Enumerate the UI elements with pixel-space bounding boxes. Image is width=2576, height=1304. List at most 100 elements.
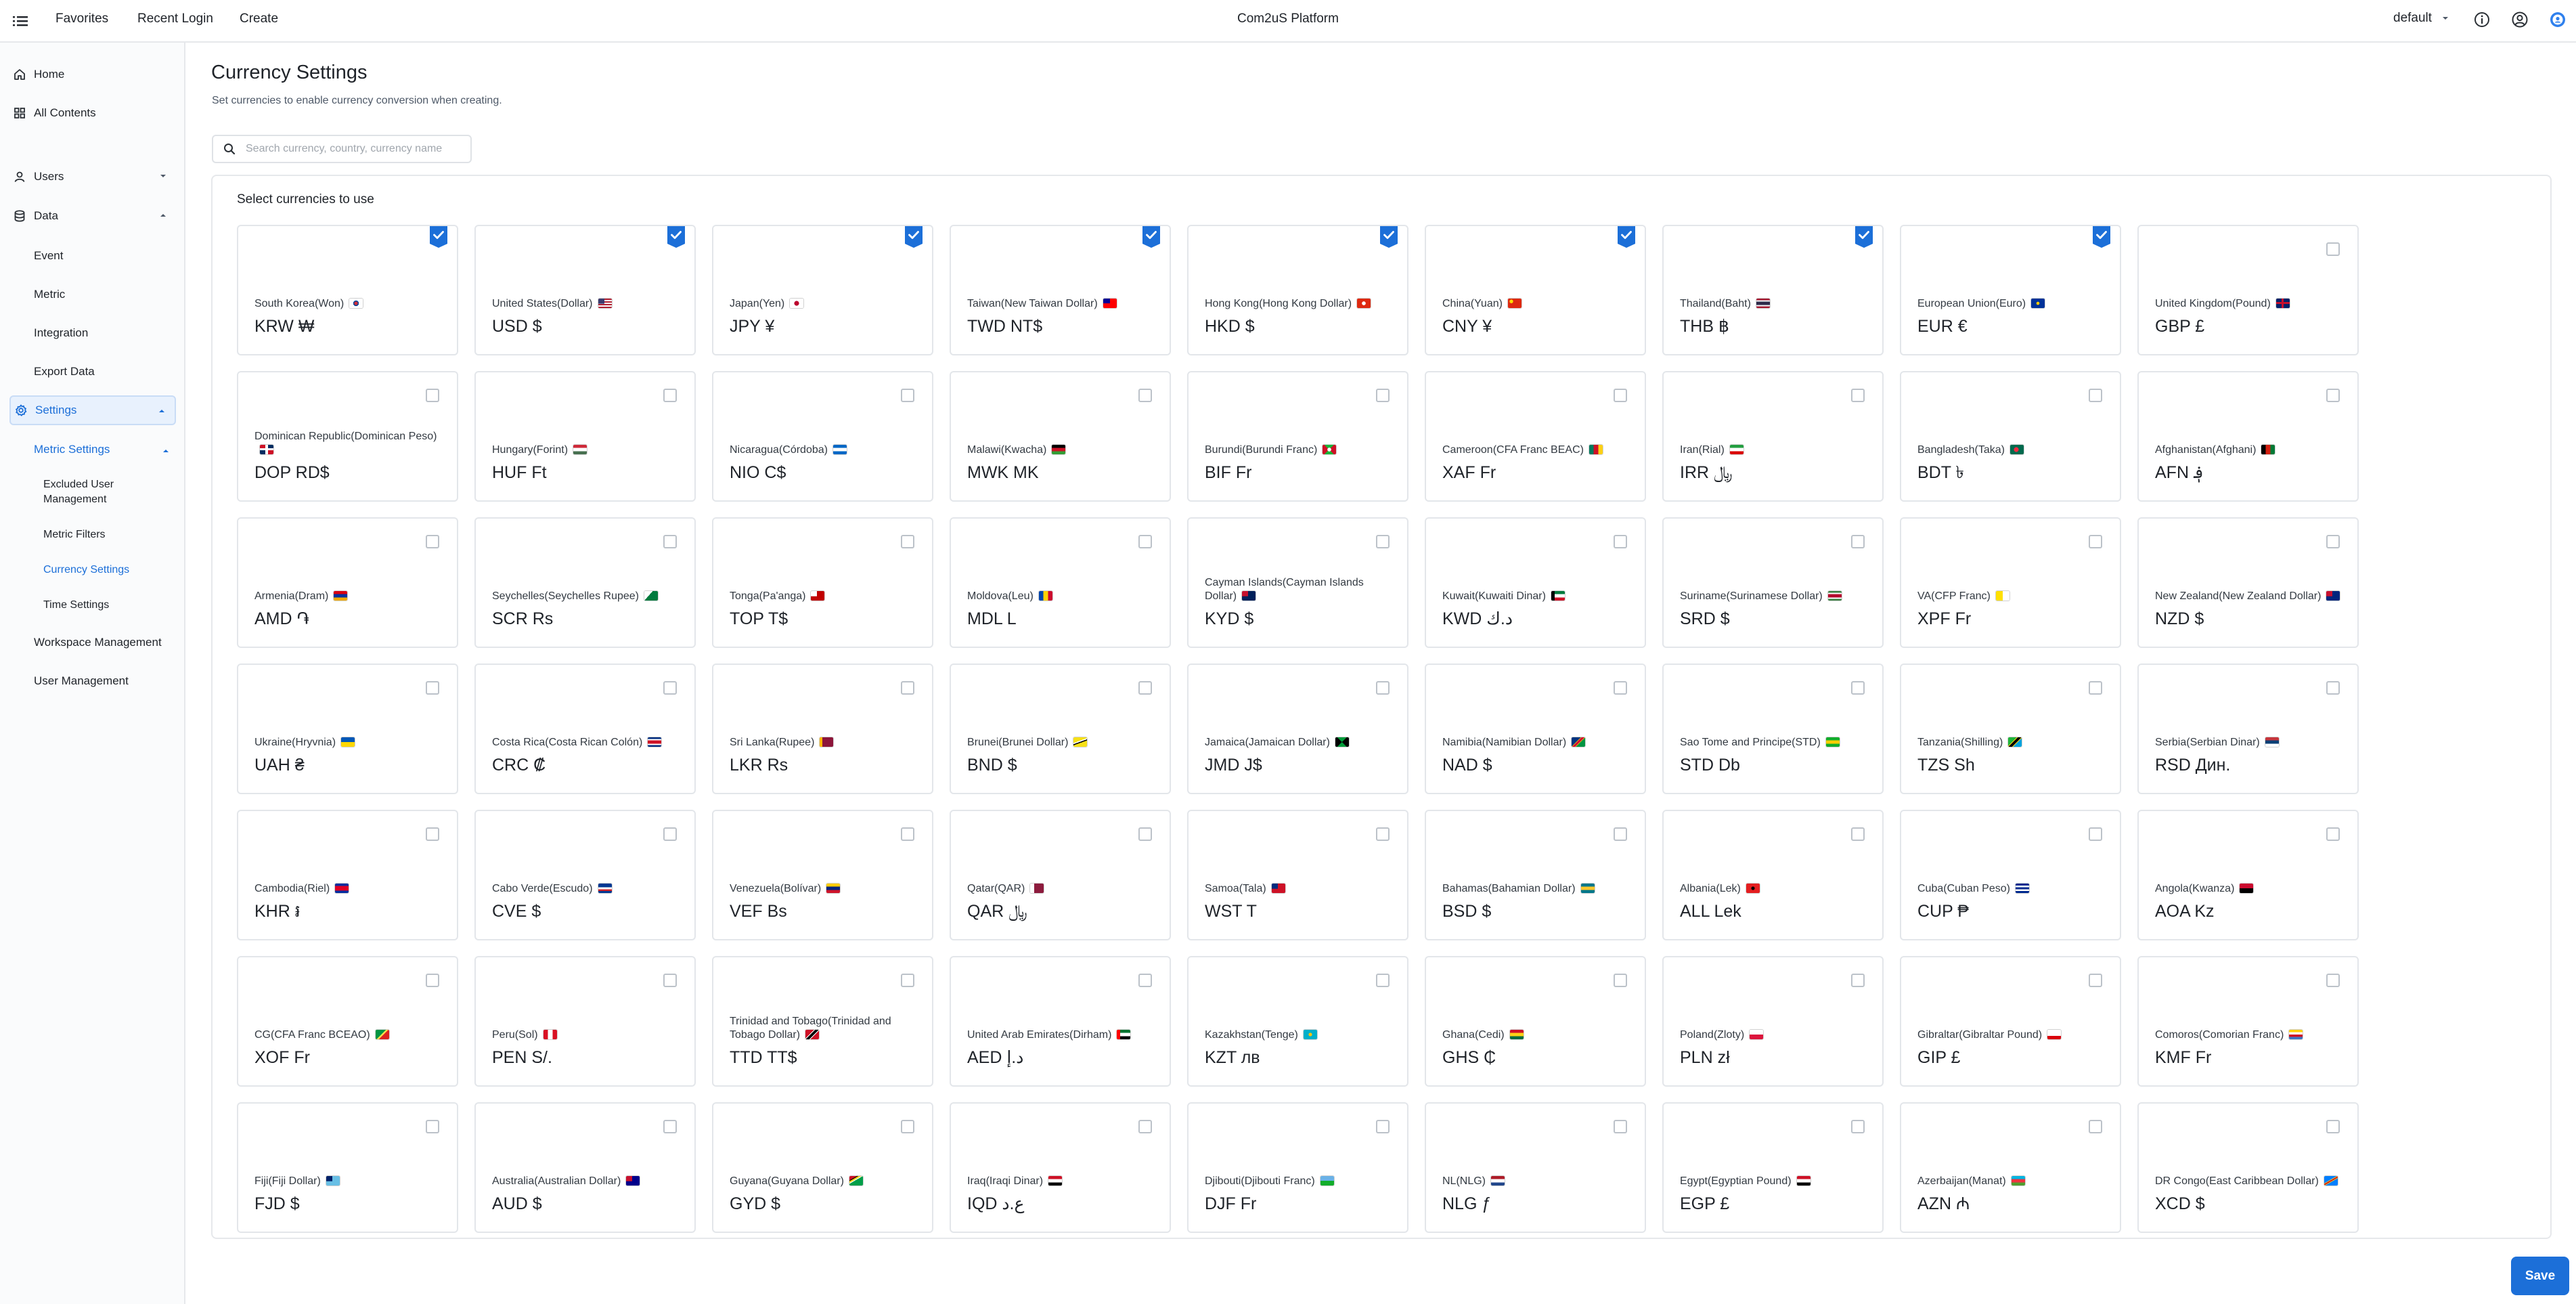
checked-badge-icon[interactable]: [2093, 225, 2110, 248]
currency-card[interactable]: Poland(Zloty) PLN zł: [1662, 956, 1884, 1087]
sidebar-item-all-contents[interactable]: All Contents: [9, 98, 176, 128]
checkbox[interactable]: [1851, 681, 1865, 695]
sidebar-item-data[interactable]: Data: [9, 201, 176, 231]
recent-login-link[interactable]: Recent Login: [137, 12, 213, 26]
checkbox[interactable]: [1138, 827, 1152, 841]
currency-card[interactable]: Trinidad and Tobago(Trinidad and Tobago …: [712, 956, 933, 1087]
checkbox[interactable]: [2326, 827, 2340, 841]
currency-card[interactable]: Armenia(Dram) AMD ֏: [237, 517, 458, 648]
checkbox[interactable]: [1614, 1120, 1627, 1133]
currency-card[interactable]: Tonga(Pa'anga) TOP T$: [712, 517, 933, 648]
sidebar-item-home[interactable]: Home: [9, 60, 176, 89]
checkbox[interactable]: [426, 389, 439, 402]
currency-card[interactable]: Sao Tome and Principe(STD) STD Db: [1662, 664, 1884, 794]
menu-icon[interactable]: [11, 12, 30, 30]
checkbox[interactable]: [2089, 535, 2102, 548]
currency-card[interactable]: Thailand(Baht) THB ฿: [1662, 225, 1884, 355]
currency-card[interactable]: Egypt(Egyptian Pound) EGP £: [1662, 1102, 1884, 1233]
search-field[interactable]: [212, 135, 472, 163]
currency-card[interactable]: Cayman Islands(Cayman Islands Dollar) KYD…: [1187, 517, 1408, 648]
checkbox[interactable]: [1851, 535, 1865, 548]
checkbox[interactable]: [2089, 1120, 2102, 1133]
platform-title[interactable]: Com2uS Platform: [1237, 12, 1339, 26]
currency-card[interactable]: United Kingdom(Pound) GBP £: [2137, 225, 2359, 355]
checkbox[interactable]: [1376, 827, 1390, 841]
currency-card[interactable]: Brunei(Brunei Dollar) BND $: [950, 664, 1171, 794]
currency-card[interactable]: NL(NLG) NLG ƒ: [1425, 1102, 1646, 1233]
checkbox[interactable]: [901, 681, 914, 695]
currency-card[interactable]: Gibraltar(Gibraltar Pound) GIP £: [1900, 956, 2121, 1087]
currency-card[interactable]: Hungary(Forint) HUF Ft: [474, 371, 696, 502]
currency-card[interactable]: New Zealand(New Zealand Dollar) NZD $: [2137, 517, 2359, 648]
currency-card[interactable]: Costa Rica(Costa Rican Colón) CRC ₡: [474, 664, 696, 794]
checkbox[interactable]: [1614, 681, 1627, 695]
checkbox[interactable]: [2326, 535, 2340, 548]
currency-card[interactable]: Fiji(Fiji Dollar) FJD $: [237, 1102, 458, 1233]
checked-badge-icon[interactable]: [1855, 225, 1873, 248]
checkbox[interactable]: [1614, 389, 1627, 402]
currency-card[interactable]: Angola(Kwanza) AOA Kz: [2137, 810, 2359, 940]
checkbox[interactable]: [1851, 389, 1865, 402]
checkbox[interactable]: [1614, 827, 1627, 841]
currency-card[interactable]: Cabo Verde(Escudo) CVE $: [474, 810, 696, 940]
currency-card[interactable]: Venezuela(Bolívar) VEF Bs: [712, 810, 933, 940]
checkbox[interactable]: [2326, 974, 2340, 987]
currency-card[interactable]: Djibouti(Djibouti Franc) DJF Fr: [1187, 1102, 1408, 1233]
checkbox[interactable]: [2089, 827, 2102, 841]
currency-card[interactable]: Ghana(Cedi) GHS ₵: [1425, 956, 1646, 1087]
currency-card[interactable]: Namibia(Namibian Dollar) NAD $: [1425, 664, 1646, 794]
checkbox[interactable]: [426, 681, 439, 695]
currency-card[interactable]: Azerbaijan(Manat) AZN ₼: [1900, 1102, 2121, 1233]
currency-card[interactable]: China(Yuan) CNY ¥: [1425, 225, 1646, 355]
currency-card[interactable]: Suriname(Surinamese Dollar) SRD $: [1662, 517, 1884, 648]
avatar-icon[interactable]: [2548, 9, 2568, 30]
checked-badge-icon[interactable]: [1618, 225, 1635, 248]
currency-card[interactable]: Taiwan(New Taiwan Dollar) TWD NT$: [950, 225, 1171, 355]
currency-card[interactable]: DR Congo(East Caribbean Dollar) XCD $: [2137, 1102, 2359, 1233]
workspace-select[interactable]: default: [2393, 11, 2449, 26]
checkbox[interactable]: [663, 974, 677, 987]
currency-card[interactable]: Dominican Republic(Dominican Peso) DOP RD…: [237, 371, 458, 502]
user-circle-icon[interactable]: [2510, 9, 2530, 30]
checked-badge-icon[interactable]: [667, 225, 685, 248]
currency-card[interactable]: Cambodia(Riel) KHR ៛: [237, 810, 458, 940]
favorites-link[interactable]: Favorites: [55, 12, 108, 26]
search-input[interactable]: [244, 142, 450, 156]
currency-card[interactable]: Australia(Australian Dollar) AUD $: [474, 1102, 696, 1233]
checkbox[interactable]: [426, 1120, 439, 1133]
checkbox[interactable]: [1376, 974, 1390, 987]
checkbox[interactable]: [1138, 389, 1152, 402]
sidebar-item-integration[interactable]: Integration: [34, 326, 88, 340]
currency-card[interactable]: Jamaica(Jamaican Dollar) JMD J$: [1187, 664, 1408, 794]
sidebar-item-metric-filters[interactable]: Metric Filters: [43, 527, 165, 542]
currency-card[interactable]: Hong Kong(Hong Kong Dollar) HKD $: [1187, 225, 1408, 355]
currency-card[interactable]: VA(CFP Franc) XPF Fr: [1900, 517, 2121, 648]
checkbox[interactable]: [2089, 389, 2102, 402]
checkbox[interactable]: [901, 827, 914, 841]
currency-card[interactable]: Nicaragua(Córdoba) NIO C$: [712, 371, 933, 502]
sidebar-item-metric-settings[interactable]: Metric Settings: [34, 443, 110, 456]
currency-card[interactable]: Cuba(Cuban Peso) CUP ₱: [1900, 810, 2121, 940]
currency-card[interactable]: Guyana(Guyana Dollar) GYD $: [712, 1102, 933, 1233]
currency-card[interactable]: Malawi(Kwacha) MWK MK: [950, 371, 1171, 502]
currency-card[interactable]: Sri Lanka(Rupee) LKR Rs: [712, 664, 933, 794]
currency-card[interactable]: Serbia(Serbian Dinar) RSD Дин.: [2137, 664, 2359, 794]
checkbox[interactable]: [1614, 974, 1627, 987]
currency-card[interactable]: United Arab Emirates(Dirham) AED د.إ: [950, 956, 1171, 1087]
checked-badge-icon[interactable]: [1380, 225, 1398, 248]
checkbox[interactable]: [1376, 681, 1390, 695]
currency-card[interactable]: Ukraine(Hryvnia) UAH ₴: [237, 664, 458, 794]
checkbox[interactable]: [2326, 681, 2340, 695]
sidebar-item-currency-settings[interactable]: Currency Settings: [43, 563, 165, 578]
checkbox[interactable]: [426, 974, 439, 987]
checkbox[interactable]: [663, 389, 677, 402]
currency-card[interactable]: Japan(Yen) JPY ¥: [712, 225, 933, 355]
currency-card[interactable]: CG(CFA Franc BCEAO) XOF Fr: [237, 956, 458, 1087]
currency-card[interactable]: Peru(Sol) PEN S/.: [474, 956, 696, 1087]
checkbox[interactable]: [1138, 1120, 1152, 1133]
currency-card[interactable]: Tanzania(Shilling) TZS Sh: [1900, 664, 2121, 794]
checkbox[interactable]: [663, 681, 677, 695]
checkbox[interactable]: [901, 389, 914, 402]
checkbox[interactable]: [663, 827, 677, 841]
currency-card[interactable]: Afghanistan(Afghani) AFN ؋: [2137, 371, 2359, 502]
